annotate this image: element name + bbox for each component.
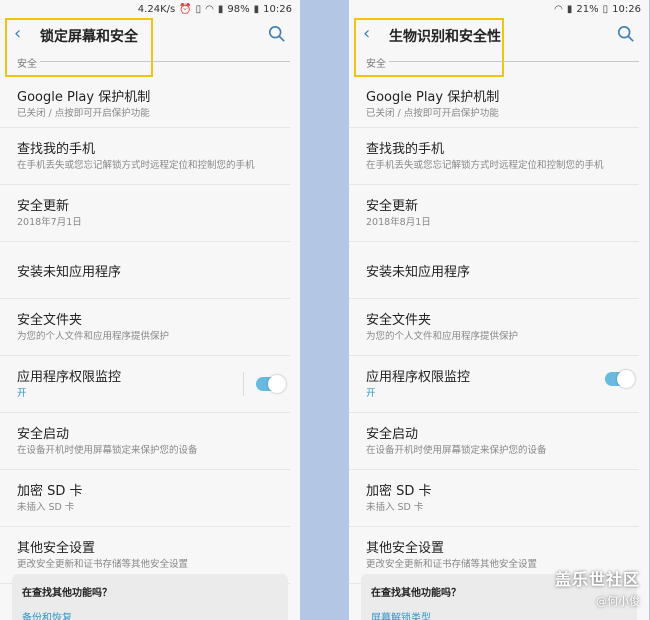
watermark-author: @何小俊 <box>596 595 640 608</box>
setting-encrypt-sd-card[interactable]: 加密 SD 卡 未插入 SD 卡 <box>349 470 639 527</box>
battery-level: 21% <box>576 3 599 15</box>
battery-level: 98% <box>227 3 250 15</box>
back-chevron-icon[interactable]: ‹ <box>363 25 370 43</box>
setting-subtitle: 更改安全更新和证书存储等其他安全设置 <box>366 559 538 570</box>
setting-subtitle: 未插入 SD 卡 <box>17 502 75 513</box>
signal-icon: ▮ <box>217 3 224 15</box>
setting-title: 应用程序权限监控 <box>17 370 122 385</box>
setting-status: 开 <box>366 388 376 399</box>
setting-install-unknown-apps[interactable]: 安装未知应用程序 <box>349 242 639 299</box>
toggle-container <box>605 370 635 388</box>
setting-title: 其他安全设置 <box>366 541 445 556</box>
setting-google-play-protect[interactable]: Google Play 保护机制 已关闭 / 点按即可开启保护功能 <box>0 76 290 128</box>
battery-icon: ▯ <box>602 3 609 15</box>
page-title: 锁定屏幕和安全 <box>40 29 138 45</box>
section-header: 安全 <box>0 52 300 76</box>
setting-subtitle: 在设备开机时使用屏幕锁定来保护您的设备 <box>366 445 547 456</box>
setting-app-permission-monitor[interactable]: 应用程序权限监控 开 <box>349 356 639 413</box>
permission-monitor-toggle[interactable] <box>256 375 286 393</box>
setting-title: Google Play 保护机制 <box>17 90 151 105</box>
setting-encrypt-sd-card[interactable]: 加密 SD 卡 未插入 SD 卡 <box>0 470 290 527</box>
right-screen: ◠ ▮ 21% ▯ 10:26 ‹ 生物识别和安全性 安全 Google Pla… <box>349 0 649 620</box>
search-icon[interactable] <box>268 25 286 43</box>
setting-subtitle: 更改安全更新和证书存储等其他安全设置 <box>17 559 189 570</box>
card-title: 在查找其他功能吗？ <box>22 588 112 599</box>
wifi-icon: ◠ <box>554 3 563 15</box>
setting-title: 安全启动 <box>366 427 419 442</box>
section-label: 安全 <box>17 59 37 70</box>
watermark-brand: 盖乐世社区 <box>554 570 640 589</box>
setting-subtitle: 在手机丢失或您忘记解锁方式时远程定位和控制您的手机 <box>17 160 255 171</box>
network-speed: 4.24K/s <box>137 3 176 15</box>
setting-title: 安全启动 <box>17 427 70 442</box>
setting-title: 安全更新 <box>17 199 70 214</box>
setting-subtitle: 未插入 SD 卡 <box>366 502 424 513</box>
page-title: 生物识别和安全性 <box>389 29 501 45</box>
setting-subtitle: 2018年7月1日 <box>17 217 82 228</box>
setting-find-my-mobile[interactable]: 查找我的手机 在手机丢失或您忘记解锁方式时远程定位和控制您的手机 <box>0 128 290 185</box>
setting-title: 加密 SD 卡 <box>366 484 432 499</box>
clock: 10:26 <box>612 3 641 15</box>
setting-google-play-protect[interactable]: Google Play 保护机制 已关闭 / 点按即可开启保护功能 <box>349 76 639 128</box>
setting-title: 安全更新 <box>366 199 419 214</box>
setting-security-update[interactable]: 安全更新 2018年8月1日 <box>349 185 639 242</box>
setting-title: 其他安全设置 <box>17 541 96 556</box>
app-bar: ‹ 锁定屏幕和安全 <box>0 18 300 52</box>
signal-icon: ▮ <box>566 3 573 15</box>
suggestion-card: 在查找其他功能吗？ 备份和恢复 <box>12 574 288 620</box>
setting-subtitle: 在设备开机时使用屏幕锁定来保护您的设备 <box>17 445 198 456</box>
status-bar: ◠ ▮ 21% ▯ 10:26 <box>349 0 649 18</box>
status-bar: 4.24K/s ⏰ ▯ ◠ ▮ 98% ▮ 10:26 <box>0 0 300 18</box>
setting-title: 安装未知应用程序 <box>366 265 471 280</box>
setting-title: 安装未知应用程序 <box>17 265 122 280</box>
setting-install-unknown-apps[interactable]: 安装未知应用程序 <box>0 242 290 299</box>
clock: 10:26 <box>263 3 292 15</box>
section-divider <box>40 61 290 62</box>
toggle-divider <box>243 372 244 396</box>
back-chevron-icon[interactable]: ‹ <box>14 25 21 43</box>
toggle-knob <box>617 370 635 388</box>
search-icon[interactable] <box>617 25 635 43</box>
wifi-icon: ◠ <box>205 3 214 15</box>
watermark: 盖乐世社区 @何小俊 <box>555 566 640 609</box>
section-label: 安全 <box>366 59 386 70</box>
settings-list: Google Play 保护机制 已关闭 / 点按即可开启保护功能 查找我的手机… <box>0 76 300 584</box>
setting-title: 查找我的手机 <box>366 142 445 157</box>
app-bar: ‹ 生物识别和安全性 <box>349 18 649 52</box>
setting-secure-folder[interactable]: 安全文件夹 为您的个人文件和应用程序提供保护 <box>0 299 290 356</box>
setting-title: 安全文件夹 <box>366 313 432 328</box>
setting-subtitle: 在手机丢失或您忘记解锁方式时远程定位和控制您的手机 <box>366 160 604 171</box>
setting-subtitle: 2018年8月1日 <box>366 217 431 228</box>
setting-status: 开 <box>17 388 27 399</box>
setting-title: 查找我的手机 <box>17 142 96 157</box>
setting-security-update[interactable]: 安全更新 2018年7月1日 <box>0 185 290 242</box>
setting-secure-startup[interactable]: 安全启动 在设备开机时使用屏幕锁定来保护您的设备 <box>349 413 639 470</box>
alarm-icon: ⏰ <box>179 3 192 15</box>
setting-secure-startup[interactable]: 安全启动 在设备开机时使用屏幕锁定来保护您的设备 <box>0 413 290 470</box>
setting-title: 安全文件夹 <box>17 313 83 328</box>
vibrate-icon: ▯ <box>195 3 202 15</box>
setting-subtitle: 已关闭 / 点按即可开启保护功能 <box>366 108 499 119</box>
permission-monitor-toggle[interactable] <box>605 370 635 388</box>
toggle-knob <box>268 375 286 393</box>
setting-find-my-mobile[interactable]: 查找我的手机 在手机丢失或您忘记解锁方式时远程定位和控制您的手机 <box>349 128 639 185</box>
setting-subtitle: 为您的个人文件和应用程序提供保护 <box>17 331 170 342</box>
section-header: 安全 <box>349 52 649 76</box>
setting-secure-folder[interactable]: 安全文件夹 为您的个人文件和应用程序提供保护 <box>349 299 639 356</box>
setting-title: 加密 SD 卡 <box>17 484 83 499</box>
setting-title: Google Play 保护机制 <box>366 90 500 105</box>
settings-list: Google Play 保护机制 已关闭 / 点按即可开启保护功能 查找我的手机… <box>349 76 649 584</box>
card-link-screen-lock-type[interactable]: 屏幕解锁类型 <box>371 609 627 620</box>
left-screen: 4.24K/s ⏰ ▯ ◠ ▮ 98% ▮ 10:26 ‹ 锁定屏幕和安全 安全… <box>0 0 300 620</box>
setting-subtitle: 为您的个人文件和应用程序提供保护 <box>366 331 519 342</box>
section-divider <box>389 61 639 62</box>
card-link-backup[interactable]: 备份和恢复 <box>22 609 278 620</box>
setting-app-permission-monitor[interactable]: 应用程序权限监控 开 <box>0 356 290 413</box>
battery-icon: ▮ <box>253 3 260 15</box>
setting-title: 应用程序权限监控 <box>366 370 471 385</box>
setting-subtitle: 已关闭 / 点按即可开启保护功能 <box>17 108 150 119</box>
toggle-container <box>243 372 286 396</box>
